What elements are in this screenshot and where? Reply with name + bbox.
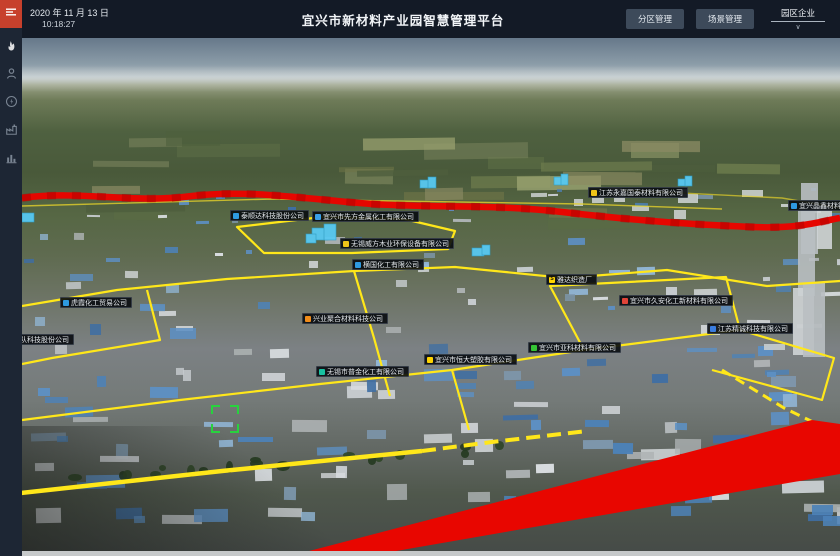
company-label-text: 宜兴市先方金属化工有限公司 — [323, 212, 414, 222]
company-label[interactable]: 无锡威方木业环保设备有限公司 — [340, 238, 454, 249]
company-label-text: 雅达织造厂 — [557, 275, 592, 285]
company-label-text: 消防大队科技股份公司 — [22, 335, 69, 345]
company-label[interactable]: 兴业聚合材料科技公司 — [302, 313, 388, 324]
company-marker-icon: S — [549, 277, 555, 283]
company-label-text: 兴业聚合材料科技公司 — [313, 314, 383, 324]
app-window: 2020 年 11 月 13 日 10:18:27 宜兴市新材料产业园智慧管理平… — [0, 0, 840, 556]
map-bottom-strip — [22, 551, 840, 556]
page-title: 宜兴市新材料产业园智慧管理平台 — [180, 10, 626, 29]
company-label-text: 江苏永嘉国泰材料有限公司 — [599, 188, 683, 198]
company-marker-icon — [305, 316, 311, 322]
header-date: 2020 年 11 月 13 日 — [30, 7, 180, 19]
company-label-text: 宜兴市恒大塑胶有限公司 — [435, 355, 512, 365]
company-label-text: 宜兴市久安化工新材料有限公司 — [630, 296, 728, 306]
company-label[interactable]: 宜兴晶鑫材料有限公司 — [788, 200, 840, 211]
park-enterprise-dropdown[interactable]: 园区企业 ∨ — [766, 7, 830, 31]
company-label[interactable]: 消防大队科技股份公司 — [22, 334, 74, 345]
company-label[interactable]: S雅达织造厂 — [546, 274, 597, 285]
company-marker-icon — [710, 326, 716, 332]
company-label[interactable]: 横国化工有限公司 — [352, 259, 424, 270]
scene-management-button[interactable]: 场景管理 — [696, 9, 754, 29]
company-label[interactable]: 宜兴市恒大塑胶有限公司 — [424, 354, 517, 365]
zone-management-button[interactable]: 分区管理 — [626, 9, 684, 29]
company-label[interactable]: 泰顺达科技股份公司 — [230, 210, 309, 221]
company-marker-icon — [63, 300, 69, 306]
datetime-block: 2020 年 11 月 13 日 10:18:27 — [22, 7, 180, 31]
company-label-text: 虎霞化工贸易公司 — [71, 298, 127, 308]
company-marker-icon — [315, 214, 321, 220]
company-label-text: 江苏精诚科技有限公司 — [718, 324, 788, 334]
company-marker-icon — [531, 345, 537, 351]
park-enterprise-label: 园区企业 — [771, 7, 825, 22]
company-label[interactable]: 宜兴市先方金属化工有限公司 — [312, 211, 419, 222]
company-marker-icon — [355, 262, 361, 268]
map-3d-viewport[interactable]: 泰顺达科技股份公司 宜兴市先方金属化工有限公司无锡威方木业环保设备有限公司横国化工… — [22, 38, 840, 556]
chevron-down-icon: ∨ — [795, 23, 800, 31]
company-label-text: 泰顺达科技股份公司 — [241, 211, 304, 221]
company-marker-icon — [343, 241, 349, 247]
company-label-text: 无锡市普金化工有限公司 — [327, 367, 404, 377]
company-marker-icon — [591, 190, 597, 196]
company-label[interactable]: 宜兴市久安化工新材料有限公司 — [619, 295, 733, 306]
company-marker-icon — [319, 369, 325, 375]
company-label[interactable]: 江苏永嘉国泰材料有限公司 — [588, 187, 688, 198]
company-label[interactable]: 无锡市普金化工有限公司 — [316, 366, 409, 377]
company-label[interactable]: 宜兴市亚科材料有限公司 — [528, 342, 621, 353]
header-time: 10:18:27 — [30, 19, 180, 30]
flame-icon[interactable] — [4, 38, 18, 52]
bar-chart-icon[interactable] — [4, 150, 18, 164]
header-actions: 分区管理 场景管理 园区企业 ∨ — [626, 7, 840, 31]
factory-icon[interactable] — [4, 122, 18, 136]
sidebar-icon-rail — [4, 38, 18, 164]
company-label[interactable]: 虎霞化工贸易公司 — [60, 297, 132, 308]
menu-button[interactable] — [0, 0, 22, 28]
company-label-text: 宜兴晶鑫材料有限公司 — [799, 201, 840, 211]
top-header: 2020 年 11 月 13 日 10:18:27 宜兴市新材料产业园智慧管理平… — [22, 0, 840, 38]
menu-icon — [5, 5, 17, 23]
company-marker-icon — [427, 357, 433, 363]
company-label-text: 无锡威方木业环保设备有限公司 — [351, 239, 449, 249]
company-label-text: 横国化工有限公司 — [363, 260, 419, 270]
company-marker-icon — [791, 203, 797, 209]
company-label-text: 宜兴市亚科材料有限公司 — [539, 343, 616, 353]
map-labels-layer: 泰顺达科技股份公司 宜兴市先方金属化工有限公司无锡威方木业环保设备有限公司横国化工… — [22, 38, 840, 556]
company-marker-icon — [622, 298, 628, 304]
left-sidebar — [0, 0, 22, 556]
power-icon[interactable] — [4, 94, 18, 108]
person-icon[interactable] — [4, 66, 18, 80]
company-marker-icon — [233, 213, 239, 219]
company-label[interactable]: 江苏精诚科技有限公司 — [707, 323, 793, 334]
